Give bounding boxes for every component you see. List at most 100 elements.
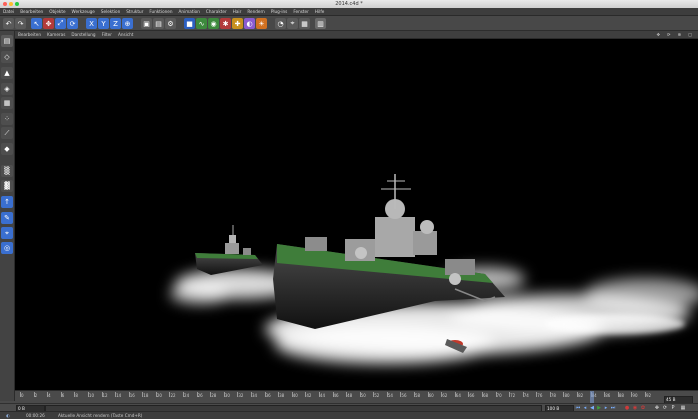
timeline-tick-label: 92 xyxy=(646,393,652,398)
small-boat xyxy=(195,225,263,275)
menu-funktionen[interactable]: Funktionen xyxy=(146,8,175,15)
timeline-tick-label: 88 xyxy=(618,393,624,398)
timeline-tick-label: 58 xyxy=(415,393,421,398)
menu-bar: Datei Bearbeiten Objekte Werkzeuge Selektion… xyxy=(0,8,698,16)
timeline-tick-label: 30 xyxy=(224,393,230,398)
polygon-mode-icon[interactable]: ◆ xyxy=(1,143,13,155)
viewport-menu-bar: Bearbeiten Kameras Darstellung Filter Ansich… xyxy=(15,31,698,39)
timeline-tick-label: 8 xyxy=(75,393,78,398)
undo-icon[interactable]: ↶ xyxy=(3,18,14,29)
timeline-tick-label: 76 xyxy=(537,393,543,398)
zoom-view-icon[interactable]: ⊕ xyxy=(675,31,686,38)
live-selection-icon[interactable]: ↖ xyxy=(31,18,42,29)
left-mode-palette: ▤ ◇ ▲ ◈ ▦ ⁘ ⟋ ◆ ▒ ▓ ↑ ✎ ⌖ ◎ xyxy=(0,31,15,401)
redo-icon[interactable]: ↷ xyxy=(15,18,26,29)
toggle-view-icon[interactable]: ▢ xyxy=(685,31,696,38)
snap-mode-icon[interactable]: ⌖ xyxy=(1,227,13,239)
texture-mode-icon[interactable]: ◈ xyxy=(1,83,13,95)
render-view-icon[interactable]: ▣ xyxy=(141,18,152,29)
uv-polygon-mode-icon[interactable]: ▓ xyxy=(1,180,13,192)
timeline-tick-label: 74 xyxy=(523,393,529,398)
timeline-tick-label: 22 xyxy=(170,393,176,398)
timeline-tick-label: 0 xyxy=(21,393,24,398)
soft-selection-icon[interactable]: ◎ xyxy=(1,242,13,254)
menu-objekte[interactable]: Objekte xyxy=(46,8,68,15)
menu-hair[interactable]: Hair xyxy=(230,8,245,15)
timeline-tick-label: 28 xyxy=(211,393,217,398)
timeline-tick-label: 36 xyxy=(265,393,271,398)
timeline-tick-label: 68 xyxy=(482,393,489,398)
display-mode-icon[interactable]: ◔ xyxy=(275,18,286,29)
scale-tool-icon[interactable]: ⤢ xyxy=(55,18,66,29)
camera-icon[interactable]: ◐ xyxy=(244,18,255,29)
render-picture-viewer-icon[interactable]: ▤ xyxy=(153,18,164,29)
timeline-tick-label: 60 xyxy=(428,393,434,398)
light-icon[interactable]: ☀ xyxy=(256,18,267,29)
timeline-tick-label: 64 xyxy=(455,393,461,398)
3d-viewport[interactable] xyxy=(15,39,698,390)
menu-plugins[interactable]: Plug-ins xyxy=(268,8,291,15)
menu-animation[interactable]: Animation xyxy=(176,8,203,15)
timeline-tick-label: 72 xyxy=(510,393,516,398)
render-settings-icon[interactable]: ⚙ xyxy=(165,18,176,29)
viewport-menu-bearbeiten[interactable]: Bearbeiten xyxy=(15,31,44,38)
timeline-tick-label: 24 xyxy=(184,393,190,398)
x-axis-icon[interactable]: X xyxy=(86,18,97,29)
menu-hilfe[interactable]: Hilfe xyxy=(312,8,328,15)
coordinate-system-icon[interactable]: ⊕ xyxy=(122,18,133,29)
rotate-view-icon[interactable]: ⟳ xyxy=(664,31,675,38)
menu-charakter[interactable]: Charakter xyxy=(203,8,230,15)
rotate-tool-icon[interactable]: ⟳ xyxy=(67,18,78,29)
menu-datei[interactable]: Datei xyxy=(0,8,17,15)
move-view-icon[interactable]: ✥ xyxy=(653,31,664,38)
timeline-ruler[interactable]: 0 2 4 6 8 10 12 14 16 18 20 22 24 26 28 30 32 34 36 38 40 42 4… xyxy=(15,390,698,404)
timeline-tick-label: 62 xyxy=(442,393,448,398)
workplane-icon[interactable]: ▦ xyxy=(299,18,310,29)
menu-rendern[interactable]: Rendern xyxy=(244,8,268,15)
point-mode-icon[interactable]: ⁘ xyxy=(1,113,13,125)
timeline-tick-label: 26 xyxy=(197,393,203,398)
deformer-icon[interactable]: ✱ xyxy=(220,18,231,29)
timeline-tick-label: 4 xyxy=(48,393,51,398)
menu-werkzeuge[interactable]: Werkzeuge xyxy=(69,8,98,15)
viewport-menu-kameras[interactable]: Kameras xyxy=(44,31,68,38)
timeline-tick-label: 48 xyxy=(347,393,353,398)
model-mode-icon[interactable]: ◇ xyxy=(1,51,13,63)
timeline-tick-label: 40 xyxy=(292,393,298,398)
timeline-tick-label: 38 xyxy=(279,393,285,398)
uv-point-mode-icon[interactable]: ▒ xyxy=(1,165,13,177)
axis-mode-icon[interactable]: ↑ xyxy=(1,196,13,208)
timeline-tick-label: 50 xyxy=(360,393,366,398)
timeline-tick-label: 16 xyxy=(129,393,135,398)
z-axis-icon[interactable]: Z xyxy=(110,18,121,29)
viewport-menu-ansicht[interactable]: Ansicht xyxy=(115,31,136,38)
timeline-tick-label: 34 xyxy=(251,393,258,398)
timeline-tick-label: 18 xyxy=(143,393,149,398)
y-axis-icon[interactable]: Y xyxy=(98,18,109,29)
workplane-mode-icon[interactable]: ▦ xyxy=(1,97,13,109)
cube-icon[interactable]: ■ xyxy=(184,18,195,29)
viewport-menu-filter[interactable]: Filter xyxy=(99,31,115,38)
spline-icon[interactable]: ∿ xyxy=(196,18,207,29)
timeline-tick-label: 44 xyxy=(319,393,325,398)
object-mode-icon[interactable]: ▲ xyxy=(1,67,13,79)
menu-struktur[interactable]: Struktur xyxy=(123,8,146,15)
rendered-scene xyxy=(170,174,698,364)
snap-icon[interactable]: ⌖ xyxy=(287,18,298,29)
viewport-menu-darstellung[interactable]: Darstellung xyxy=(68,31,98,38)
move-tool-icon[interactable]: ✥ xyxy=(43,18,54,29)
menu-selektion[interactable]: Selektion xyxy=(98,8,123,15)
timeline-tick-label: 12 xyxy=(102,393,108,398)
menu-bearbeiten[interactable]: Bearbeiten xyxy=(17,8,46,15)
tweak-mode-icon[interactable]: ✎ xyxy=(1,212,13,224)
nurbs-icon[interactable]: ◉ xyxy=(208,18,219,29)
menu-fenster[interactable]: Fenster xyxy=(290,8,312,15)
timeline-tick-label: 70 xyxy=(496,393,502,398)
layout-icon[interactable]: ▥ xyxy=(315,18,326,29)
timeline-tick-label: 82 xyxy=(578,393,584,398)
edge-mode-icon[interactable]: ⟋ xyxy=(1,127,13,139)
timeline-tick-label: 2 xyxy=(34,393,38,398)
window-title: 2014.c4d * xyxy=(335,1,363,7)
environment-icon[interactable]: ✚ xyxy=(232,18,243,29)
make-editable-icon[interactable]: ▤ xyxy=(1,35,13,47)
